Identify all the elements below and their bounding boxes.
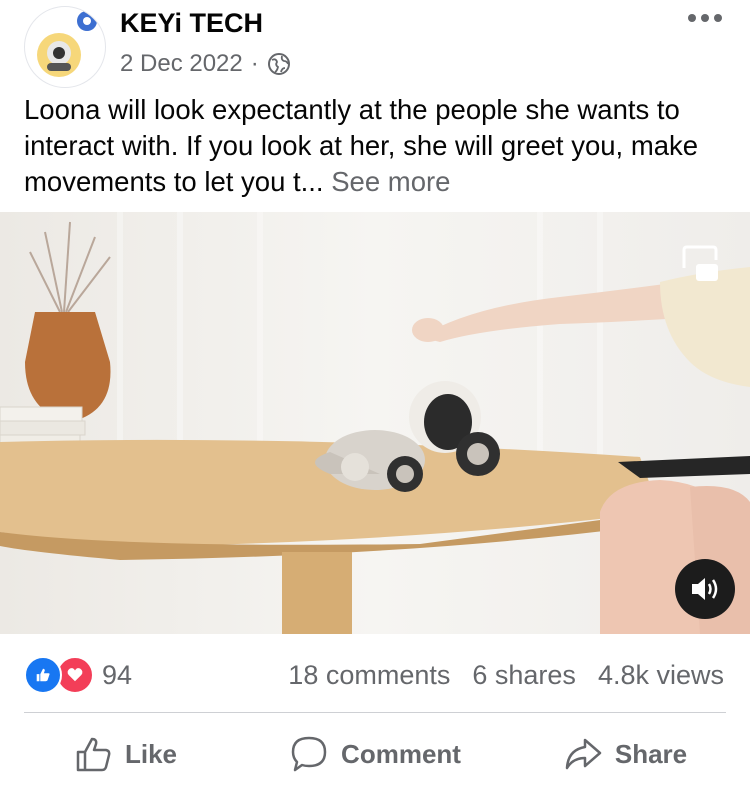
globe-icon[interactable] (267, 52, 291, 76)
post-meta: 2 Dec 2022 · (120, 50, 291, 78)
share-button[interactable]: Share (500, 724, 750, 784)
like-button[interactable]: Like (0, 724, 250, 784)
comment-label: Comment (341, 738, 461, 769)
comments-count[interactable]: 18 comments (288, 660, 450, 691)
more-options-button[interactable] (688, 14, 722, 22)
video-player[interactable] (0, 212, 750, 634)
engagement-stats: 94 18 comments 6 shares 4.8k views (0, 650, 750, 702)
share-arrow-icon (565, 738, 602, 770)
share-label: Share (614, 738, 688, 769)
reaction-count: 94 (102, 659, 133, 690)
keyi-logo-icon (37, 11, 97, 77)
dot-icon (701, 14, 709, 22)
post-text: Loona will look expectantly at the peopl… (24, 92, 734, 200)
sound-toggle-button[interactable] (675, 559, 735, 619)
thumbs-up-icon (76, 737, 111, 772)
divider (24, 712, 726, 713)
post-actions: Like Comment Share (0, 724, 750, 784)
views-count: 4.8k views (597, 660, 724, 690)
picture-in-picture-icon (682, 245, 718, 281)
like-label: Like (124, 738, 178, 769)
picture-in-picture-button[interactable] (680, 244, 720, 284)
reactions-summary[interactable]: 94 (24, 656, 132, 694)
see-more-link[interactable]: See more (331, 166, 450, 197)
shares-count[interactable]: 6 shares (472, 660, 576, 691)
stats-counts: 18 comments 6 shares 4.8k views (288, 660, 724, 691)
like-reaction-icon (24, 656, 62, 694)
comment-bubble-icon (291, 736, 327, 772)
page-avatar[interactable] (24, 6, 106, 88)
dot-icon (688, 14, 696, 22)
dot-icon (714, 14, 722, 22)
comment-button[interactable]: Comment (250, 724, 500, 784)
volume-icon (692, 578, 718, 600)
post-date[interactable]: 2 Dec 2022 (120, 50, 243, 78)
meta-separator: · (250, 50, 259, 77)
page-name[interactable]: KEYi TECH (120, 8, 263, 39)
video-frame (0, 212, 750, 634)
